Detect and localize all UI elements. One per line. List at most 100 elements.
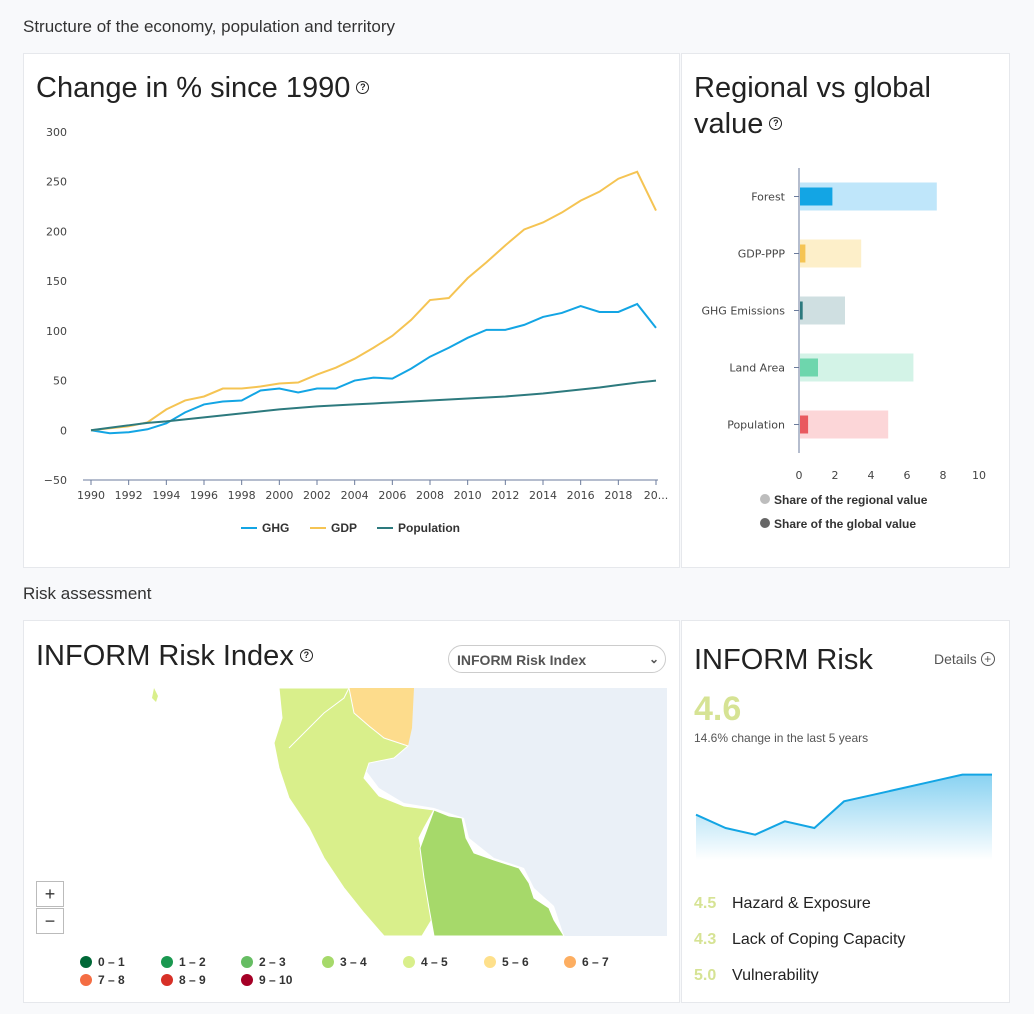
legend-label-gdp[interactable]: GDP	[331, 521, 357, 535]
risk-legend-item[interactable]: 2 – 3	[241, 955, 286, 969]
details-link-label: Details	[934, 651, 977, 667]
trend-area	[696, 774, 992, 860]
zoom-in-button[interactable]: +	[36, 881, 64, 907]
risk-legend-item[interactable]: 1 – 2	[161, 955, 206, 969]
legend-color-dot	[403, 955, 415, 968]
risk-legend-item[interactable]: 7 – 8	[80, 973, 125, 987]
x-tick-label: 2004	[341, 489, 369, 502]
inform-map-card-title-text: INFORM Risk Index	[36, 640, 294, 672]
legend-range-label: 5 – 6	[502, 955, 529, 969]
legend-label-population[interactable]: Population	[398, 521, 460, 535]
risk-score: 4.6	[694, 690, 742, 728]
risk-legend-item[interactable]: 0 – 1	[80, 955, 125, 969]
regional-card-title: Regional vs global value?	[694, 70, 931, 142]
x-tick-label: 2018	[604, 489, 632, 502]
sub-score-coping-label: Lack of Coping Capacity	[732, 931, 906, 948]
x-tick-label: 1996	[190, 489, 218, 502]
y-tick-label: 300	[46, 126, 67, 139]
help-icon[interactable]: ?	[356, 80, 370, 94]
risk-map[interactable]	[24, 688, 667, 938]
legend-range-label: 4 – 5	[421, 955, 448, 969]
risk-legend-item[interactable]: 6 – 7	[564, 955, 609, 969]
x-tick-label: 6	[904, 469, 911, 482]
global-bar[interactable]	[800, 244, 806, 263]
legend-color-dot	[484, 955, 496, 968]
sub-score-vulnerability: 5.0 Vulnerability	[694, 967, 819, 985]
y-tick-label: 250	[46, 176, 67, 189]
x-tick-label: 0	[796, 469, 803, 482]
x-tick-label: 2014	[529, 489, 557, 502]
legend-range-label: 8 – 9	[179, 973, 206, 987]
change-card-title: Change in % since 1990?	[36, 70, 370, 106]
legend-color-dot	[241, 973, 253, 986]
x-tick-label: 2006	[378, 489, 406, 502]
y-tick-label: 0	[60, 424, 67, 437]
legend-range-label: 9 – 10	[259, 973, 293, 987]
help-icon[interactable]: ?	[299, 648, 313, 662]
change-line-chart: −50 0 50 100 150 200 250 300 1990 1992 1994 1996 199…	[44, 126, 669, 535]
zoom-out-button[interactable]: −	[36, 908, 64, 934]
global-bar[interactable]	[800, 415, 809, 434]
sub-score-vulnerability-value: 5.0	[694, 967, 717, 984]
inform-risk-card-title: INFORM Risk	[694, 644, 873, 676]
legend-range-label: 6 – 7	[582, 955, 609, 969]
x-tick-label: 1994	[152, 489, 180, 502]
risk-legend-item[interactable]: 3 – 4	[322, 955, 367, 969]
legend-range-label: 1 – 2	[179, 955, 206, 969]
risk-legend-item[interactable]: 9 – 10	[241, 973, 292, 987]
category-label: Land Area	[729, 362, 785, 375]
regional-bar[interactable]	[800, 296, 845, 325]
regional-bar-chart: Forest GDP-PPP GHG Emissions Land Area Popul…	[702, 168, 986, 531]
sub-score-coping-value: 4.3	[694, 931, 717, 948]
legend-swatch-global	[760, 518, 770, 528]
details-link[interactable]: Details +	[934, 651, 995, 667]
x-tick-label: 2	[832, 469, 839, 482]
risk-legend-item[interactable]: 8 – 9	[161, 973, 206, 987]
y-tick-label: 200	[46, 225, 67, 238]
global-bar[interactable]	[800, 187, 833, 206]
y-tick-label: 50	[53, 375, 67, 388]
plus-circle-icon: +	[980, 652, 995, 667]
legend-label-regional[interactable]: Share of the regional value	[774, 493, 928, 507]
series-line-ghg[interactable]	[90, 302, 657, 435]
x-tick-label: 8	[940, 469, 947, 482]
legend-label-ghg[interactable]: GHG	[262, 521, 289, 535]
risk-legend-item[interactable]: 4 – 5	[403, 955, 448, 969]
x-tick-label: 20...	[644, 489, 669, 502]
legend-range-label: 7 – 8	[98, 973, 125, 987]
global-bar[interactable]	[800, 301, 803, 320]
risk-index-select[interactable]: INFORM Risk Index ⌄	[448, 645, 666, 673]
regional-bar[interactable]	[800, 410, 889, 439]
x-tick-label: 2002	[303, 489, 331, 502]
help-icon[interactable]: ?	[769, 116, 783, 130]
y-tick-label: −50	[44, 474, 67, 487]
x-tick-label: 1998	[228, 489, 256, 502]
x-tick-label: 1990	[77, 489, 105, 502]
y-tick-label: 150	[46, 275, 67, 288]
x-tick-label: 2000	[265, 489, 293, 502]
legend-color-dot	[161, 955, 173, 968]
legend-range-label: 2 – 3	[259, 955, 286, 969]
inform-map-card-title: INFORM Risk Index?	[36, 638, 313, 674]
x-tick-label: 2012	[491, 489, 519, 502]
regional-card-title-line1: Regional vs global	[694, 72, 931, 104]
risk-index-select-value: INFORM Risk Index	[457, 652, 587, 668]
category-label: GDP-PPP	[738, 248, 786, 261]
x-tick-label: 2008	[416, 489, 444, 502]
x-tick-label: 1992	[115, 489, 143, 502]
x-tick-label: 4	[868, 469, 875, 482]
global-bar[interactable]	[800, 358, 818, 377]
legend-color-dot	[80, 973, 92, 986]
x-tick-label: 2016	[567, 489, 595, 502]
section-title-structure: Structure of the economy, population and…	[23, 17, 395, 36]
sub-score-hazard-value: 4.5	[694, 895, 717, 912]
sub-score-vulnerability-label: Vulnerability	[732, 967, 819, 984]
legend-label-global[interactable]: Share of the global value	[774, 517, 916, 531]
change-card-title-text: Change in % since 1990	[36, 72, 351, 104]
legend-swatch-regional	[760, 494, 770, 504]
legend-color-dot	[80, 955, 92, 968]
risk-legend-item[interactable]: 5 – 6	[484, 955, 529, 969]
legend-color-dot	[161, 973, 173, 986]
regional-bar[interactable]	[800, 239, 862, 268]
category-label: Forest	[751, 191, 785, 204]
